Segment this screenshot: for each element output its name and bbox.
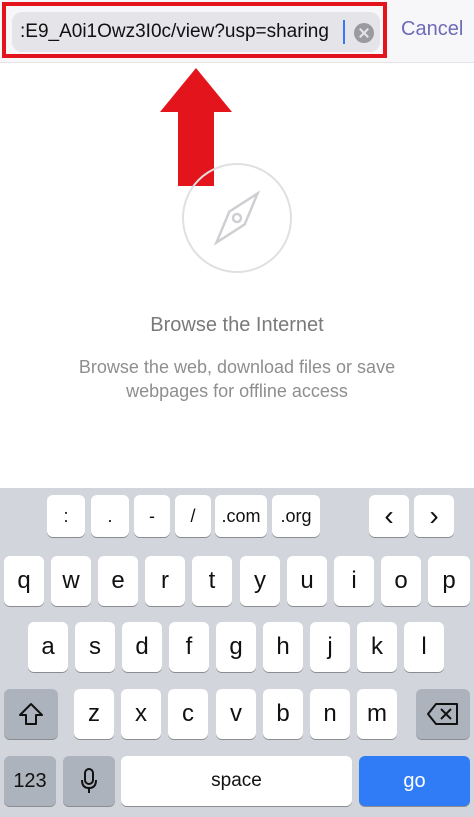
key-o[interactable]: o xyxy=(381,556,421,606)
key-k[interactable]: k xyxy=(357,622,397,672)
key-r[interactable]: r xyxy=(145,556,185,606)
key-t[interactable]: t xyxy=(192,556,232,606)
key-dash[interactable]: - xyxy=(134,495,170,537)
key-f[interactable]: f xyxy=(169,622,209,672)
key-z[interactable]: z xyxy=(74,689,114,739)
key-p[interactable]: p xyxy=(428,556,470,606)
key-h[interactable]: h xyxy=(263,622,303,672)
key-s[interactable]: s xyxy=(75,622,115,672)
key-v[interactable]: v xyxy=(216,689,256,739)
key-d[interactable]: d xyxy=(122,622,162,672)
key-j[interactable]: j xyxy=(310,622,350,672)
empty-state-subtitle: Browse the web, download files or save w… xyxy=(57,355,417,403)
backspace-icon xyxy=(427,703,458,725)
key-colon[interactable]: : xyxy=(47,495,85,537)
subtitle-line-1: Browse the web, download files or save xyxy=(78,357,396,377)
dictation-key[interactable] xyxy=(63,756,115,806)
backspace-key[interactable] xyxy=(416,689,470,739)
key-u[interactable]: u xyxy=(287,556,327,606)
key-c[interactable]: c xyxy=(168,689,208,739)
key-a[interactable]: a xyxy=(28,622,68,672)
key-period[interactable]: . xyxy=(91,495,129,537)
key-x[interactable]: x xyxy=(121,689,161,739)
keyboard: : . - / .com .org ‹ › q w e r t y u i o … xyxy=(0,488,474,817)
key-next-field[interactable]: › xyxy=(414,495,454,537)
key-b[interactable]: b xyxy=(263,689,303,739)
key-dot-com[interactable]: .com xyxy=(215,495,267,537)
key-n[interactable]: n xyxy=(310,689,350,739)
key-slash[interactable]: / xyxy=(175,495,211,537)
key-g[interactable]: g xyxy=(216,622,256,672)
numbers-key[interactable]: 123 xyxy=(4,756,56,806)
key-l[interactable]: l xyxy=(404,622,444,672)
space-key[interactable]: space xyxy=(121,756,352,806)
address-bar: :E9_A0i1Owz3I0c/view?usp=sharing Cancel xyxy=(0,0,474,63)
key-y[interactable]: y xyxy=(240,556,280,606)
microphone-icon xyxy=(81,768,97,793)
key-i[interactable]: i xyxy=(334,556,374,606)
key-m[interactable]: m xyxy=(357,689,397,739)
key-w[interactable]: w xyxy=(51,556,91,606)
key-e[interactable]: e xyxy=(98,556,138,606)
go-key[interactable]: go xyxy=(359,756,470,806)
cancel-button[interactable]: Cancel xyxy=(401,18,463,41)
shift-arrow-icon xyxy=(19,703,43,725)
key-q[interactable]: q xyxy=(4,556,44,606)
key-dot-org[interactable]: .org xyxy=(272,495,320,537)
empty-state-title: Browse the Internet xyxy=(150,314,324,336)
shift-key[interactable] xyxy=(4,689,58,739)
compass-icon xyxy=(182,163,292,273)
subtitle-line-2: webpages for offline access xyxy=(126,381,348,401)
key-prev-field[interactable]: ‹ xyxy=(369,495,409,537)
highlight-box xyxy=(2,2,387,58)
